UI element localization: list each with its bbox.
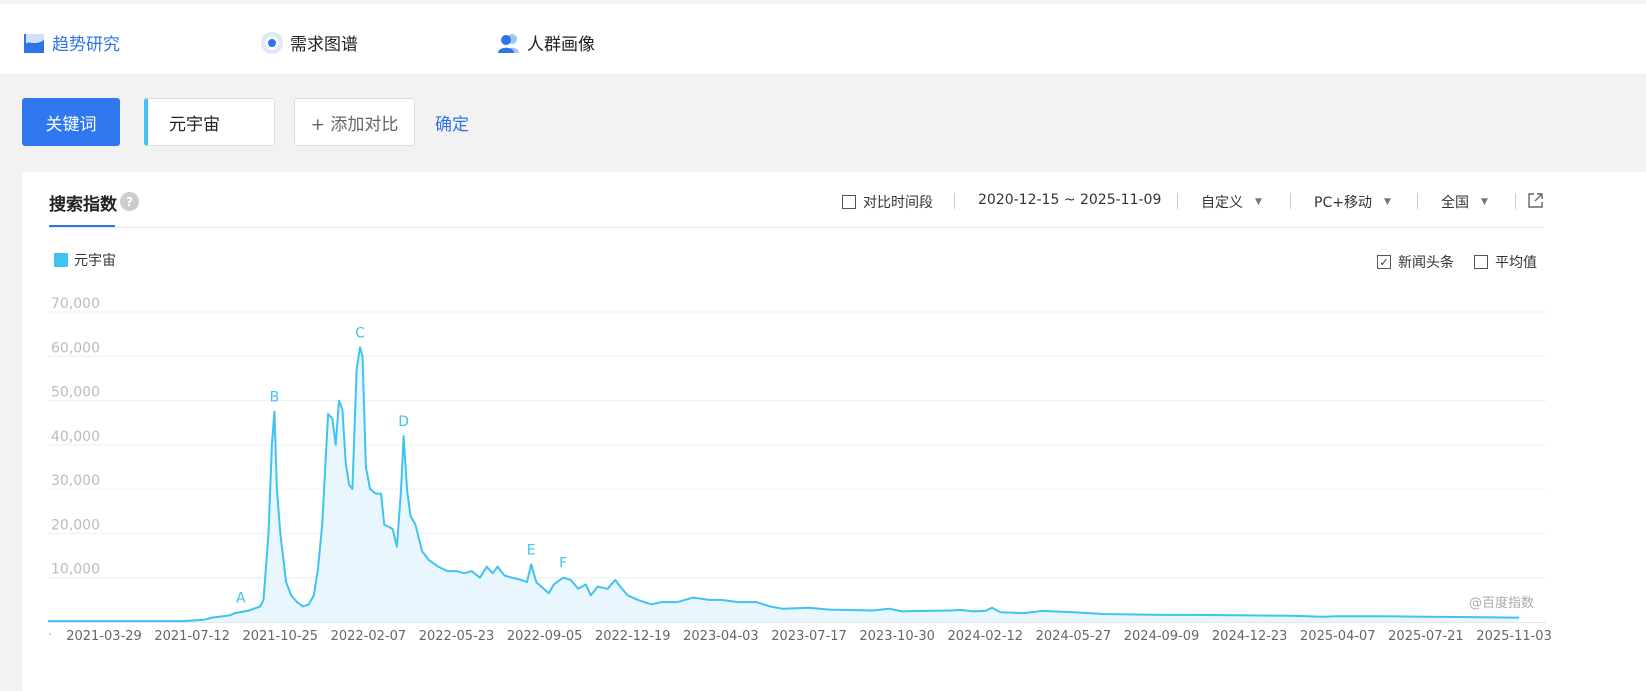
x-axis-start-mark: ·	[48, 628, 52, 641]
y-tick-label: 30,000	[51, 473, 100, 489]
confirm-link[interactable]: 确定	[435, 110, 469, 135]
keyword-button[interactable]: 关键词	[22, 98, 120, 146]
x-tick-label: 2024-09-09	[1124, 629, 1200, 644]
x-tick-label: 2022-12-19	[595, 629, 671, 644]
nav-demand-label: 需求图谱	[290, 35, 358, 55]
nav-trend-research[interactable]: 趋势研究	[22, 30, 120, 55]
series-area	[48, 347, 1520, 622]
x-tick-label: 2022-02-07	[331, 629, 407, 644]
news-annotation-e[interactable]: E	[527, 542, 536, 558]
y-tick-label: 70,000	[51, 296, 100, 312]
y-tick-label: 10,000	[51, 562, 100, 578]
nav-demand-graph[interactable]: 需求图谱	[260, 30, 358, 55]
x-tick-label: 2023-10-30	[859, 629, 935, 644]
nav-crowd-portrait[interactable]: 人群画像	[497, 30, 595, 55]
keyword-input[interactable]: 元宇宙	[144, 98, 275, 146]
nav-crowd-label: 人群画像	[527, 35, 595, 55]
y-tick-label: 50,000	[51, 385, 100, 401]
x-tick-label: 2023-07-17	[771, 629, 847, 644]
x-tick-label: 2023-04-03	[683, 629, 759, 644]
news-annotation-b[interactable]: B	[270, 390, 280, 406]
watermark: @百度指数	[1469, 595, 1534, 611]
x-tick-label: 2024-02-12	[948, 629, 1024, 644]
y-tick-label: 40,000	[51, 429, 100, 445]
users-icon	[498, 33, 519, 53]
x-tick-label: 2025-04-07	[1300, 629, 1376, 644]
x-tick-label: 2022-05-23	[419, 629, 495, 644]
x-tick-label: 2021-10-25	[242, 629, 318, 644]
x-axis-ticks: 2021-03-29 2021-07-12 2021-10-25 2022-02-07…	[48, 628, 1552, 644]
add-compare-button[interactable]: + 添加对比	[294, 98, 415, 146]
news-annotation-a[interactable]: A	[236, 590, 246, 606]
y-axis-ticks: 70,000 60,000 50,000 40,000 30,000 20,000 10,0…	[51, 296, 100, 578]
x-tick-label: 2024-05-27	[1036, 629, 1112, 644]
x-tick-label: 2024-12-23	[1212, 629, 1288, 644]
chart-icon	[24, 33, 44, 53]
x-tick-label: 2021-07-12	[154, 629, 230, 644]
x-tick-label: 2025-07-21	[1388, 629, 1464, 644]
x-tick-label: 2021-03-29	[66, 629, 142, 644]
nav-trend-label: 趋势研究	[52, 35, 120, 55]
y-tick-label: 20,000	[51, 517, 100, 533]
news-annotation-d[interactable]: D	[398, 414, 409, 430]
x-tick-label: 2025-11-03	[1476, 629, 1552, 644]
news-annotation-f[interactable]: F	[559, 556, 567, 572]
y-tick-label: 60,000	[51, 340, 100, 356]
target-icon	[261, 31, 283, 54]
news-annotation-c[interactable]: C	[355, 325, 365, 341]
x-tick-label: 2022-09-05	[507, 629, 583, 644]
top-nav: 趋势研究 需求图谱 人群画像	[0, 0, 1646, 74]
search-index-chart: 70,000 60,000 50,000 40,000 30,000 20,000 10,0…	[48, 296, 1552, 644]
